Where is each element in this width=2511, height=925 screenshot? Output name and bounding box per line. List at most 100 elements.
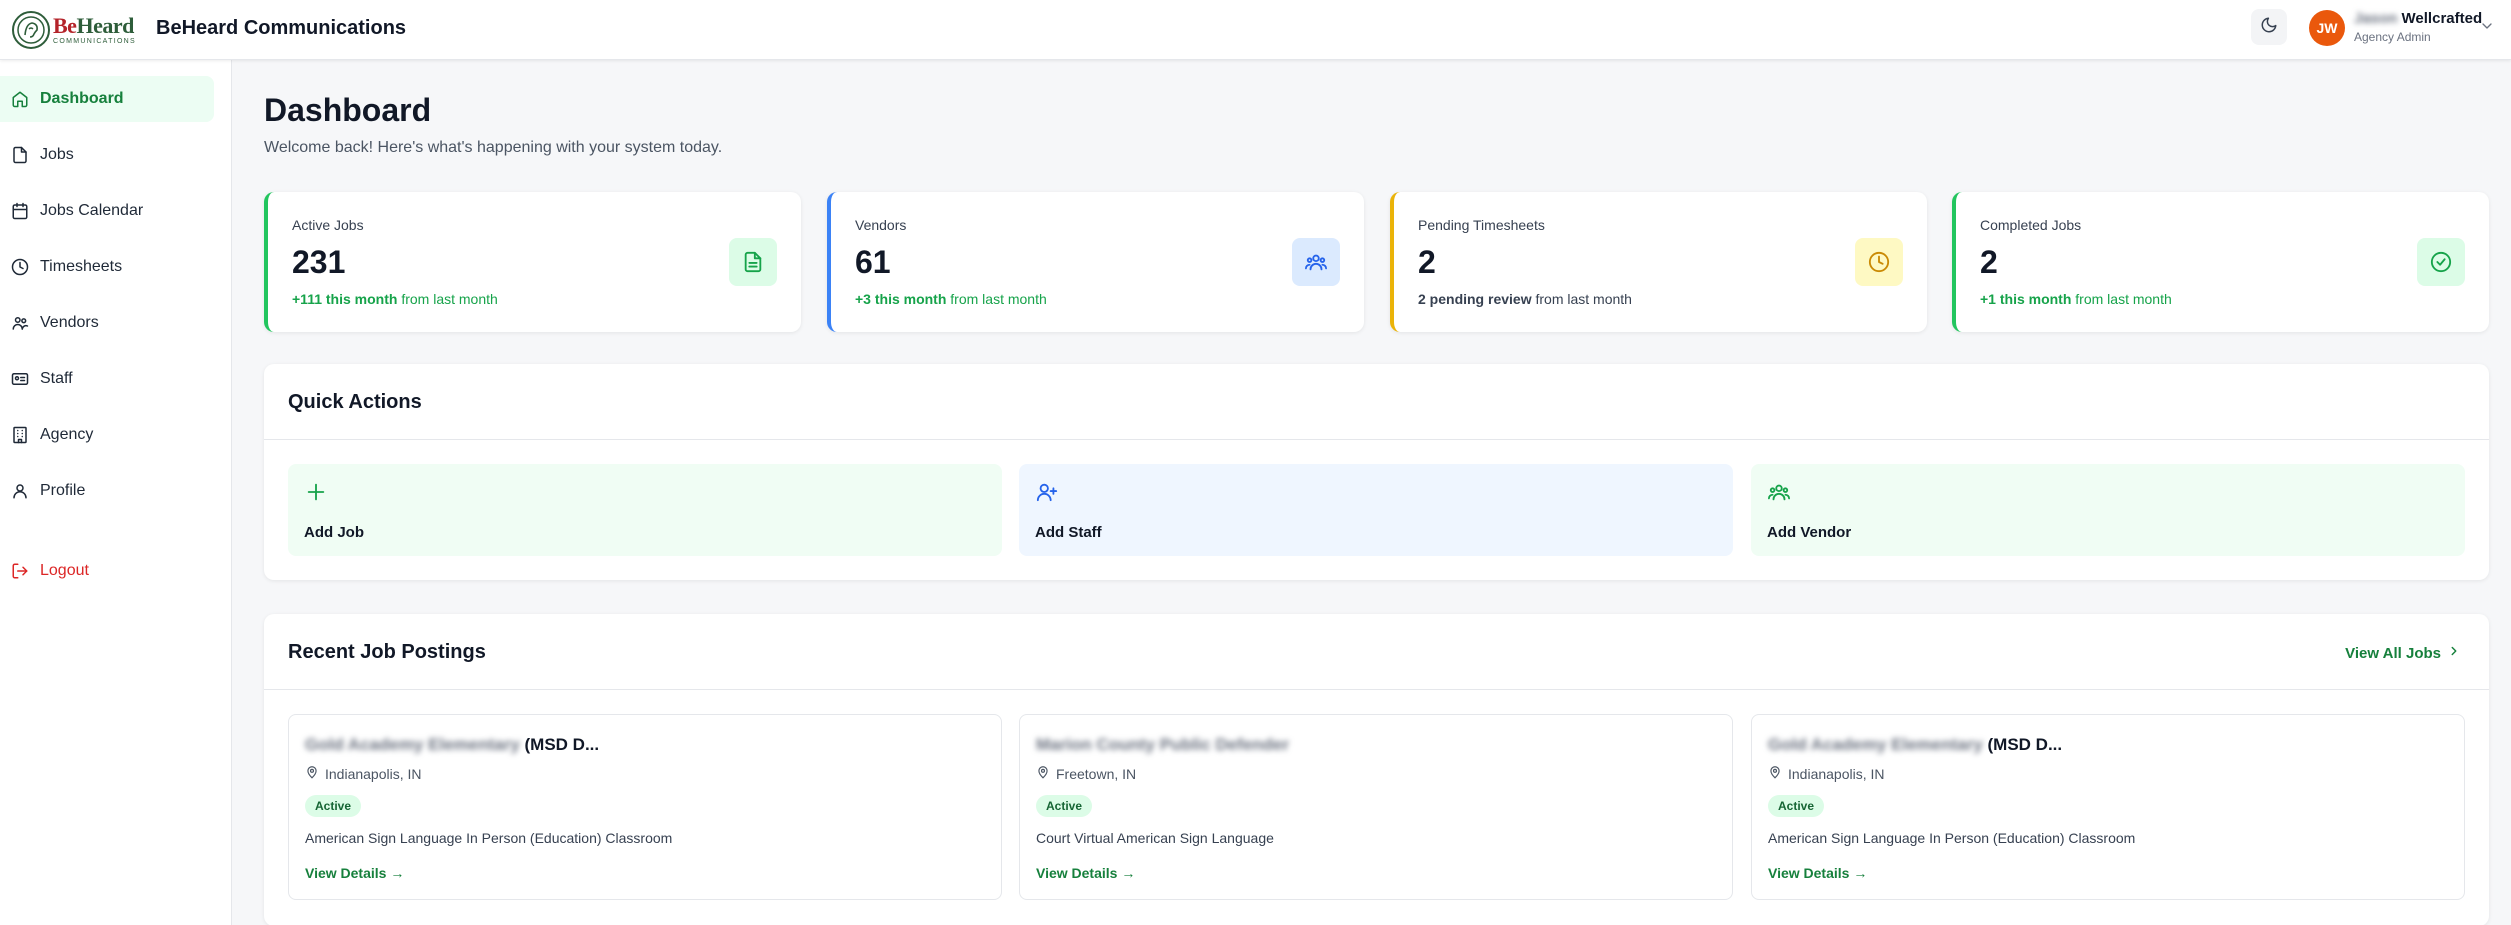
- sidebar-item-agency[interactable]: Agency: [0, 412, 214, 458]
- brand-logo-subtext: COMMUNICATIONS: [53, 38, 137, 45]
- stat-card-pending-timesheets: Pending Timesheets 2 2 pending review fr…: [1390, 192, 1927, 332]
- recent-jobs-title: Recent Job Postings: [288, 641, 486, 663]
- user-role: Agency Admin: [2354, 30, 2431, 44]
- view-details-link[interactable]: View Details →: [305, 865, 404, 881]
- clock-icon: [10, 257, 30, 277]
- sidebar-item-staff[interactable]: Staff: [0, 356, 214, 402]
- brand-seal-icon: [12, 11, 50, 49]
- check-circle-icon: [2417, 238, 2465, 286]
- quick-actions-panel: Quick Actions Add Job Add Staff Add Vend…: [264, 364, 2489, 580]
- add-job-label: Add Job: [304, 524, 364, 541]
- add-vendor-label: Add Vendor: [1767, 524, 1852, 541]
- status-badge: Active: [305, 795, 362, 817]
- user-first-name-hidden: Jason: [2354, 10, 2398, 27]
- sidebar-item-label: Dashboard: [40, 90, 124, 107]
- stat-change: +1 this month from last month: [1980, 291, 2172, 307]
- brand-logo-text: BeHeard: [53, 13, 134, 38]
- job-card[interactable]: Gold Academy Elementary (MSD D... Indian…: [288, 714, 1002, 900]
- quick-actions-title: Quick Actions: [288, 391, 422, 413]
- chevron-right-icon: [2441, 644, 2461, 662]
- sidebar-item-label: Vendors: [40, 314, 99, 331]
- stat-value: 231: [292, 244, 346, 280]
- theme-toggle-button[interactable]: [2251, 9, 2287, 45]
- job-card[interactable]: Gold Academy Elementary (MSD D... Indian…: [1751, 714, 2465, 900]
- stat-value: 2: [1980, 244, 1998, 280]
- divider: [264, 439, 2489, 440]
- map-pin-icon: [305, 765, 325, 782]
- job-location: Indianapolis, IN: [1768, 765, 1885, 782]
- add-job-button[interactable]: Add Job: [288, 464, 1002, 556]
- divider: [264, 689, 2489, 690]
- stat-label: Vendors: [855, 217, 907, 233]
- job-location: Indianapolis, IN: [305, 765, 422, 782]
- job-title: Gold Academy Elementary (MSD D...: [305, 735, 600, 754]
- job-description: American Sign Language In Person (Educat…: [305, 830, 673, 846]
- file-icon: [10, 145, 30, 165]
- home-icon: [10, 89, 30, 109]
- brand-logo[interactable]: BeHeard COMMUNICATIONS: [12, 10, 144, 50]
- sidebar-item-vendors[interactable]: Vendors: [0, 300, 214, 346]
- sidebar-item-profile[interactable]: Profile: [0, 468, 214, 514]
- job-title: Gold Academy Elementary (MSD D...: [1768, 735, 2063, 754]
- status-badge: Active: [1768, 795, 1825, 817]
- plus-icon: [304, 480, 328, 504]
- add-staff-button[interactable]: Add Staff: [1019, 464, 1733, 556]
- stat-label: Active Jobs: [292, 217, 364, 233]
- stat-label: Completed Jobs: [1980, 217, 2082, 233]
- sidebar-item-jobs-calendar[interactable]: Jobs Calendar: [0, 188, 214, 234]
- sidebar-item-dashboard[interactable]: Dashboard: [0, 76, 214, 122]
- id-card-icon: [10, 369, 30, 389]
- page-subtitle: Welcome back! Here's what's happening wi…: [264, 139, 723, 156]
- status-badge: Active: [1036, 795, 1093, 817]
- document-icon: [729, 238, 777, 286]
- job-title: Marion County Public Defender: [1036, 735, 1290, 754]
- logout-label: Logout: [40, 562, 89, 579]
- user-plus-icon: [1035, 480, 1059, 504]
- recent-jobs-panel: Recent Job Postings View All Jobs Gold A…: [264, 614, 2489, 925]
- map-pin-icon: [1768, 765, 1788, 782]
- users-icon: [1292, 238, 1340, 286]
- sidebar-item-label: Staff: [40, 370, 73, 387]
- logout-icon: [10, 561, 30, 581]
- moon-icon: [2260, 16, 2278, 39]
- view-details-link[interactable]: View Details →: [1036, 865, 1135, 881]
- stat-value: 2: [1418, 244, 1436, 280]
- user-avatar[interactable]: JW: [2309, 10, 2345, 46]
- stat-change: +111 this month from last month: [292, 291, 498, 307]
- stat-change: +3 this month from last month: [855, 291, 1047, 307]
- job-location: Freetown, IN: [1036, 765, 1136, 782]
- job-description: Court Virtual American Sign Language: [1036, 830, 1274, 846]
- sidebar-item-label: Timesheets: [40, 258, 123, 275]
- add-vendor-button[interactable]: Add Vendor: [1751, 464, 2465, 556]
- add-staff-label: Add Staff: [1035, 524, 1102, 541]
- logout-button[interactable]: Logout: [0, 548, 214, 594]
- sidebar-item-label: Agency: [40, 426, 94, 443]
- job-card[interactable]: Marion County Public Defender Freetown, …: [1019, 714, 1733, 900]
- top-bar: BeHeard COMMUNICATIONS BeHeard Communica…: [0, 0, 2511, 60]
- sidebar-item-timesheets[interactable]: Timesheets: [0, 244, 214, 290]
- stat-value: 61: [855, 244, 891, 280]
- sidebar-item-label: Profile: [40, 482, 86, 499]
- page-title: Dashboard: [264, 92, 432, 128]
- users-icon: [10, 313, 30, 333]
- user-name: Jason Wellcrafted: [2354, 10, 2483, 27]
- stat-label: Pending Timesheets: [1418, 217, 1545, 233]
- sidebar: Dashboard Jobs Jobs Calendar Timesheets …: [0, 60, 232, 925]
- sidebar-item-label: Jobs: [40, 146, 74, 163]
- building-icon: [10, 425, 30, 445]
- stat-card-vendors: Vendors 61 +3 this month from last month: [827, 192, 1364, 332]
- view-all-jobs-link[interactable]: View All Jobs: [2345, 644, 2461, 662]
- app-title: BeHeard Communications: [156, 17, 407, 39]
- clock-icon: [1855, 238, 1903, 286]
- job-description: American Sign Language In Person (Educat…: [1768, 830, 2136, 846]
- sidebar-item-label: Jobs Calendar: [40, 202, 144, 219]
- users-icon: [1767, 480, 1791, 504]
- stat-card-completed-jobs: Completed Jobs 2 +1 this month from last…: [1952, 192, 2489, 332]
- view-details-link[interactable]: View Details →: [1768, 865, 1867, 881]
- chevron-down-icon[interactable]: [2479, 18, 2495, 39]
- map-pin-icon: [1036, 765, 1056, 782]
- sidebar-item-jobs[interactable]: Jobs: [0, 132, 214, 178]
- calendar-icon: [10, 201, 30, 221]
- user-menu[interactable]: Jason Wellcrafted Agency Admin: [2354, 10, 2482, 44]
- user-icon: [10, 481, 30, 501]
